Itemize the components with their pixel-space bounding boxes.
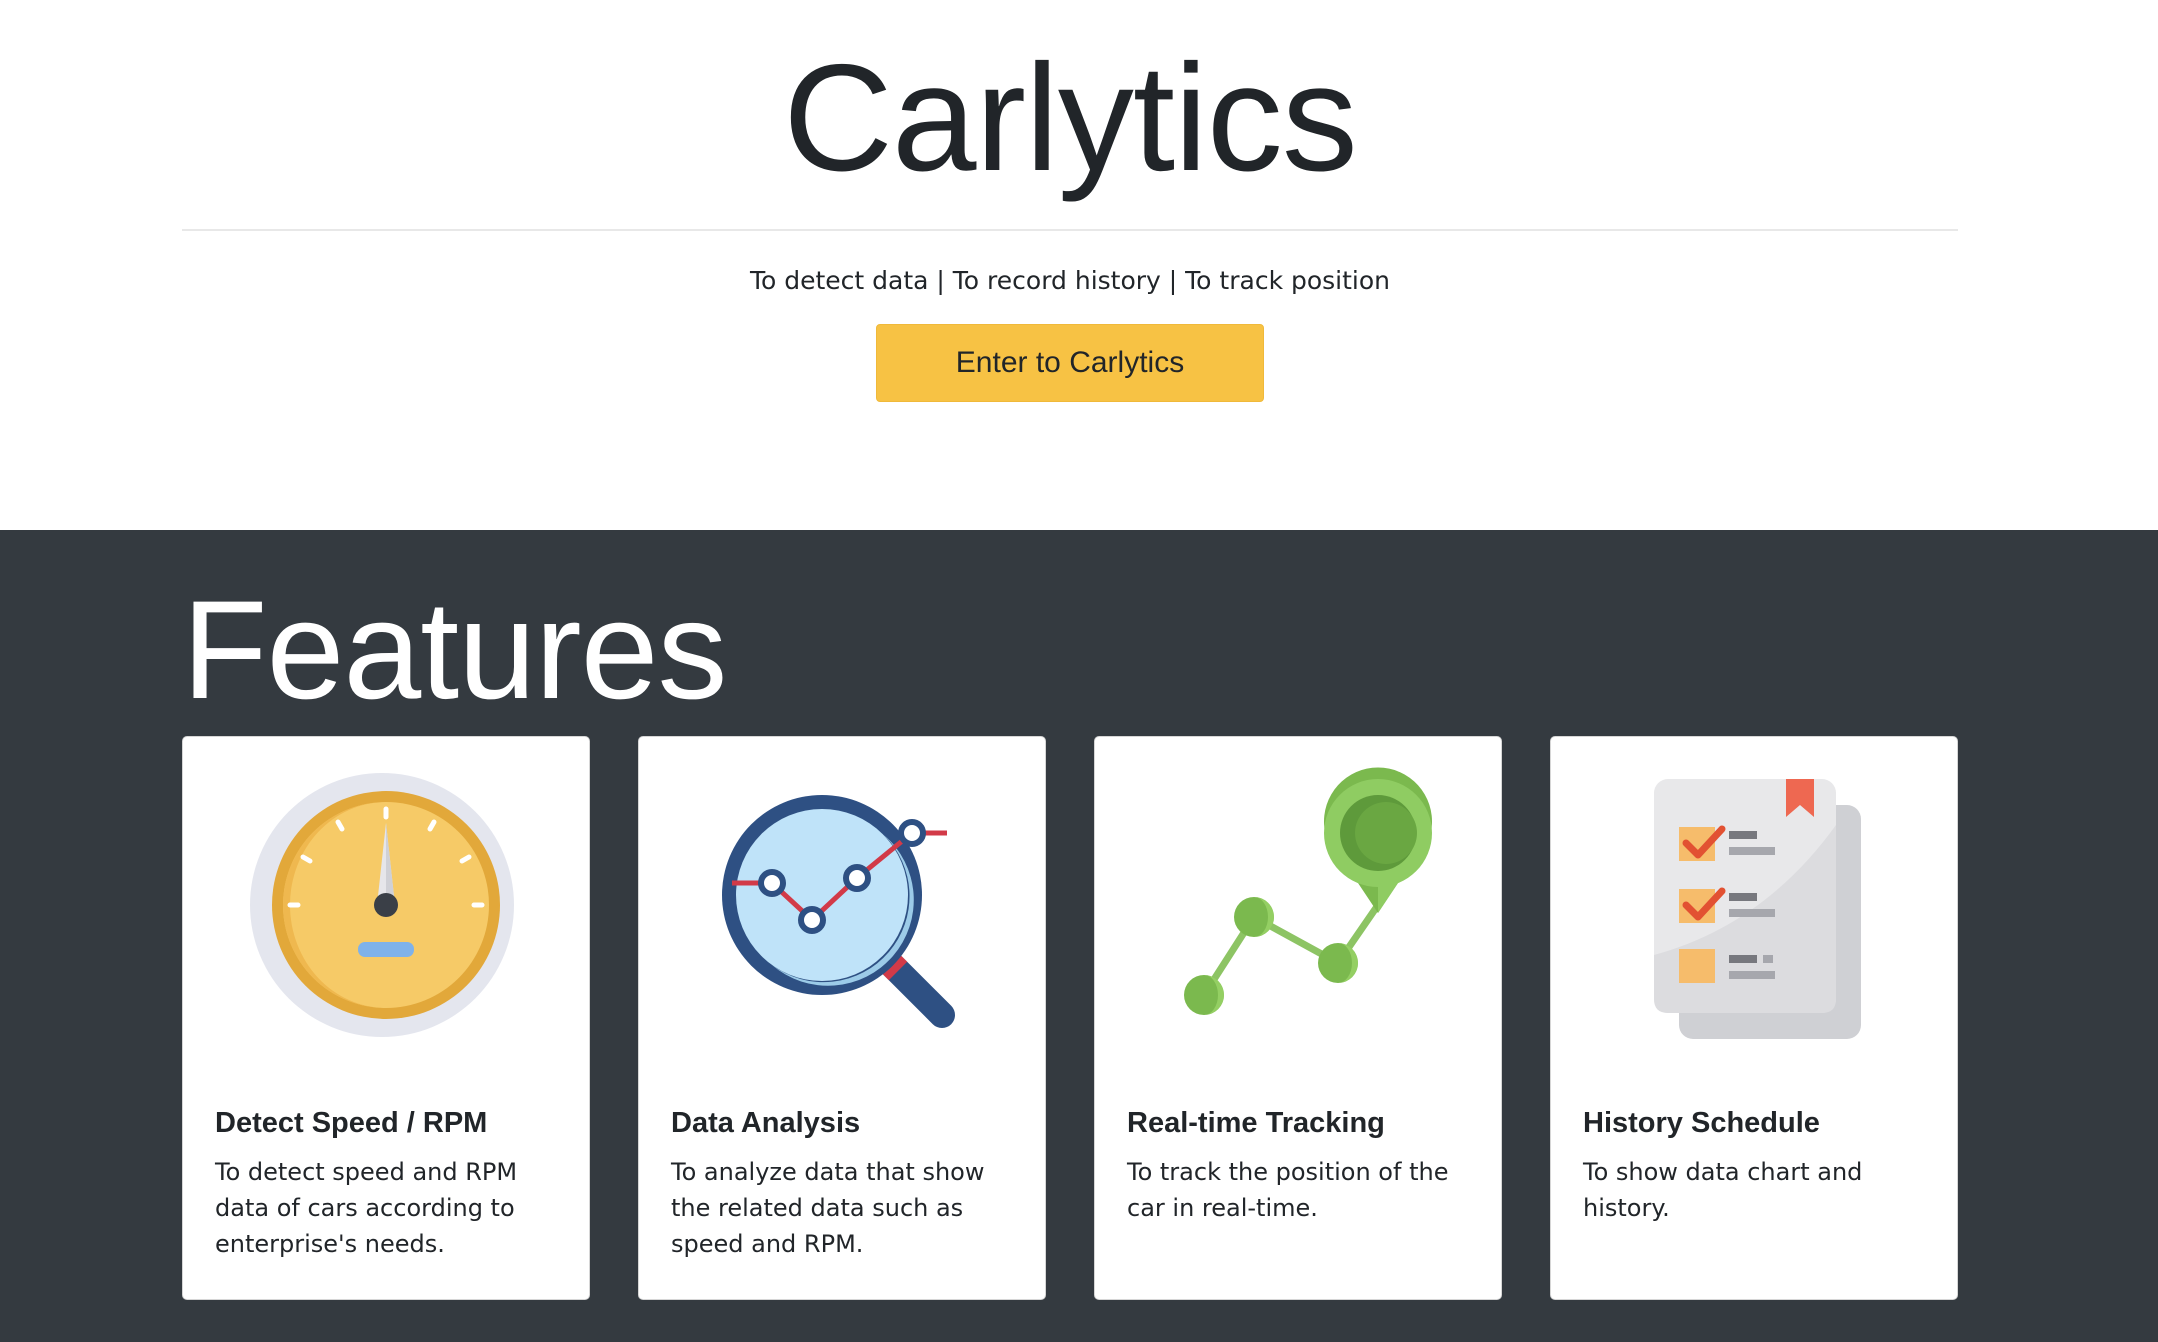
enter-button[interactable]: Enter to Carlytics: [876, 324, 1264, 402]
page-title: Carlytics: [783, 33, 1358, 203]
card-title: Detect Speed / RPM: [215, 1107, 488, 1139]
hero-section: Carlytics To detect data | To record his…: [0, 0, 2158, 530]
hero-divider: [182, 229, 1958, 231]
speedometer-icon: [250, 773, 514, 1037]
feature-card-history: History Schedule To show data chart and …: [1550, 736, 1958, 1300]
card-title: History Schedule: [1583, 1107, 1820, 1139]
card-text: To detect speed and RPM data of cars acc…: [215, 1158, 518, 1258]
features-section: Features Detect Speed / RPM To detect sp…: [0, 530, 2158, 1342]
card-text: To track the position of the car in real…: [1127, 1158, 1449, 1222]
checklist-document-icon: [1654, 779, 1861, 1039]
feature-card-speed: Detect Speed / RPM To detect speed and R…: [182, 736, 590, 1300]
magnifier-chart-icon: [722, 795, 955, 1028]
card-title: Data Analysis: [671, 1107, 861, 1139]
card-title: Real-time Tracking: [1127, 1107, 1385, 1139]
card-text: To analyze data that show the related da…: [671, 1158, 985, 1258]
features-title: Features: [182, 571, 727, 728]
feature-card-tracking: Real-time Tracking To track the position…: [1094, 736, 1502, 1300]
hero-tagline: To detect data | To record history | To …: [749, 266, 1391, 295]
card-text: To show data chart and history.: [1583, 1158, 1863, 1222]
feature-card-analysis: Data Analysis To analyze data that show …: [638, 736, 1046, 1300]
map-pin-route-icon: [1184, 767, 1432, 1015]
